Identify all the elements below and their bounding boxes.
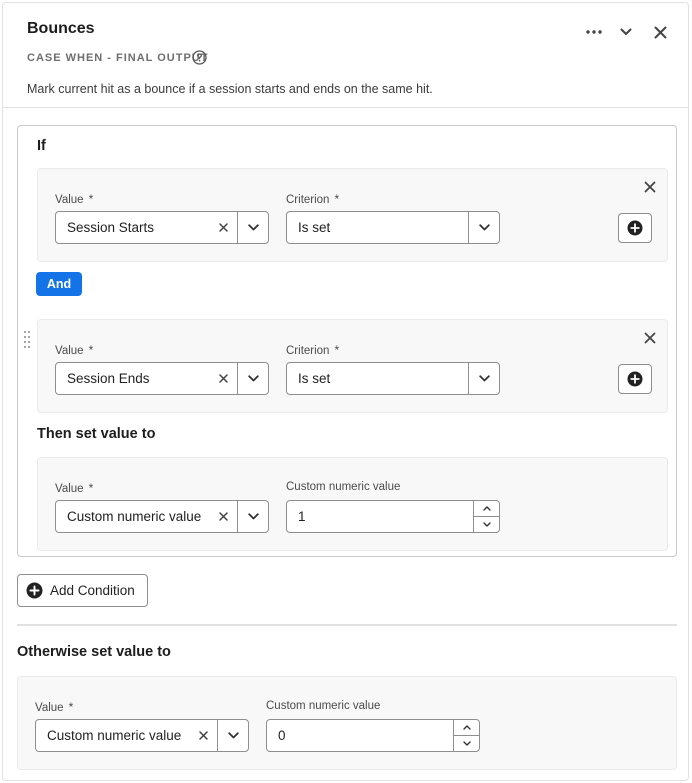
value-label: Value * xyxy=(55,192,94,206)
chevron-down-icon xyxy=(462,741,471,746)
value-label: Value * xyxy=(55,343,94,357)
stepper-buttons xyxy=(453,720,479,751)
more-icon xyxy=(586,30,602,34)
close-icon xyxy=(644,181,656,193)
add-circle-icon xyxy=(26,582,43,599)
clear-icon xyxy=(218,223,228,232)
custom-value-label: Custom numeric value xyxy=(286,481,401,493)
panel-description: Mark current hit as a bounce if a sessio… xyxy=(27,82,433,96)
value-selected: Custom numeric value xyxy=(47,728,182,743)
increment-button[interactable] xyxy=(474,501,499,517)
section-divider xyxy=(17,624,677,626)
condition-card-2: Value * Criterion * Session Ends Is set xyxy=(37,319,668,413)
clear-value-button[interactable] xyxy=(209,212,237,243)
criterion-combobox[interactable]: Is set xyxy=(286,211,500,244)
otherwise-custom-value-input[interactable] xyxy=(267,720,453,751)
criterion-selected: Is set xyxy=(298,371,331,386)
value-selected: Custom numeric value xyxy=(67,509,202,524)
header-divider xyxy=(3,107,688,108)
clear-value-button[interactable] xyxy=(189,720,217,751)
value-selected: Session Starts xyxy=(67,220,155,235)
criterion-dropdown-button[interactable] xyxy=(468,363,499,394)
panel-subtitle: CASE WHEN - FINAL OUTPUT xyxy=(27,52,209,64)
value-dropdown-button[interactable] xyxy=(217,720,248,751)
custom-value-label: Custom numeric value xyxy=(266,700,381,712)
decrement-button[interactable] xyxy=(474,517,499,533)
increment-button[interactable] xyxy=(454,720,479,736)
clear-icon xyxy=(198,731,208,740)
value-selected: Session Ends xyxy=(67,371,150,386)
criterion-selected: Is set xyxy=(298,220,331,235)
close-icon xyxy=(644,332,656,344)
clear-value-button[interactable] xyxy=(209,363,237,394)
chevron-down-icon xyxy=(227,732,239,739)
add-circle-icon xyxy=(627,371,643,387)
value-label: Value * xyxy=(35,700,74,714)
clear-icon xyxy=(218,374,228,383)
chevron-down-icon xyxy=(247,513,259,520)
then-value-combobox[interactable]: Custom numeric value xyxy=(55,500,269,533)
chevron-down-icon xyxy=(247,375,259,382)
clear-icon xyxy=(218,512,228,521)
add-condition-button[interactable]: Add Condition xyxy=(17,574,148,607)
close-panel-button[interactable] xyxy=(649,21,671,43)
otherwise-title: Otherwise set value to xyxy=(17,644,171,660)
bounces-panel: Bounces CASE WHEN - FINAL OUTPUT Mark cu… xyxy=(2,2,689,781)
remove-condition-button[interactable] xyxy=(641,178,659,196)
chevron-down-icon xyxy=(247,224,259,231)
clear-value-button[interactable] xyxy=(209,501,237,532)
chevron-down-icon xyxy=(482,522,491,527)
chevron-up-icon xyxy=(462,725,471,730)
then-card: Value * Custom numeric value Custom numer… xyxy=(37,457,668,551)
collapse-button[interactable] xyxy=(615,21,637,43)
more-options-button[interactable] xyxy=(583,21,605,43)
add-rule-button[interactable] xyxy=(618,364,652,394)
criterion-combobox[interactable]: Is set xyxy=(286,362,500,395)
value-dropdown-button[interactable] xyxy=(237,363,268,394)
add-rule-button[interactable] xyxy=(618,213,652,243)
criterion-label: Criterion * xyxy=(286,192,340,206)
if-title: If xyxy=(37,138,46,154)
then-custom-value-input[interactable] xyxy=(287,501,473,532)
condition-card-1: Value * Criterion * Session Starts Is set xyxy=(37,168,668,262)
panel-title: Bounces xyxy=(27,20,95,37)
add-condition-label: Add Condition xyxy=(50,583,135,598)
add-circle-icon xyxy=(627,220,643,236)
criterion-label: Criterion * xyxy=(286,343,340,357)
drag-handle-icon[interactable] xyxy=(23,330,31,350)
otherwise-value-combobox[interactable]: Custom numeric value xyxy=(35,719,249,752)
then-title: Then set value to xyxy=(37,426,156,442)
otherwise-custom-value-stepper[interactable] xyxy=(266,719,480,752)
chevron-up-icon xyxy=(482,506,491,511)
otherwise-card: Value * Custom numeric value Custom numer… xyxy=(17,676,677,770)
remove-condition-button[interactable] xyxy=(641,329,659,347)
and-operator-toggle[interactable]: And xyxy=(36,272,82,296)
value-dropdown-button[interactable] xyxy=(237,212,268,243)
value-dropdown-button[interactable] xyxy=(237,501,268,532)
decrement-button[interactable] xyxy=(454,736,479,752)
chevron-down-icon xyxy=(478,224,490,231)
value-combobox[interactable]: Session Starts xyxy=(55,211,269,244)
then-custom-value-stepper[interactable] xyxy=(286,500,500,533)
chevron-down-icon xyxy=(478,375,490,382)
chevron-down-icon xyxy=(620,28,632,35)
value-combobox[interactable]: Session Ends xyxy=(55,362,269,395)
stepper-buttons xyxy=(473,501,499,532)
value-label: Value * xyxy=(55,481,94,495)
if-section: If Value * Criterion * Session Starts Is s… xyxy=(17,125,677,557)
criterion-dropdown-button[interactable] xyxy=(468,212,499,243)
help-icon[interactable] xyxy=(192,50,207,65)
close-icon xyxy=(654,26,666,38)
